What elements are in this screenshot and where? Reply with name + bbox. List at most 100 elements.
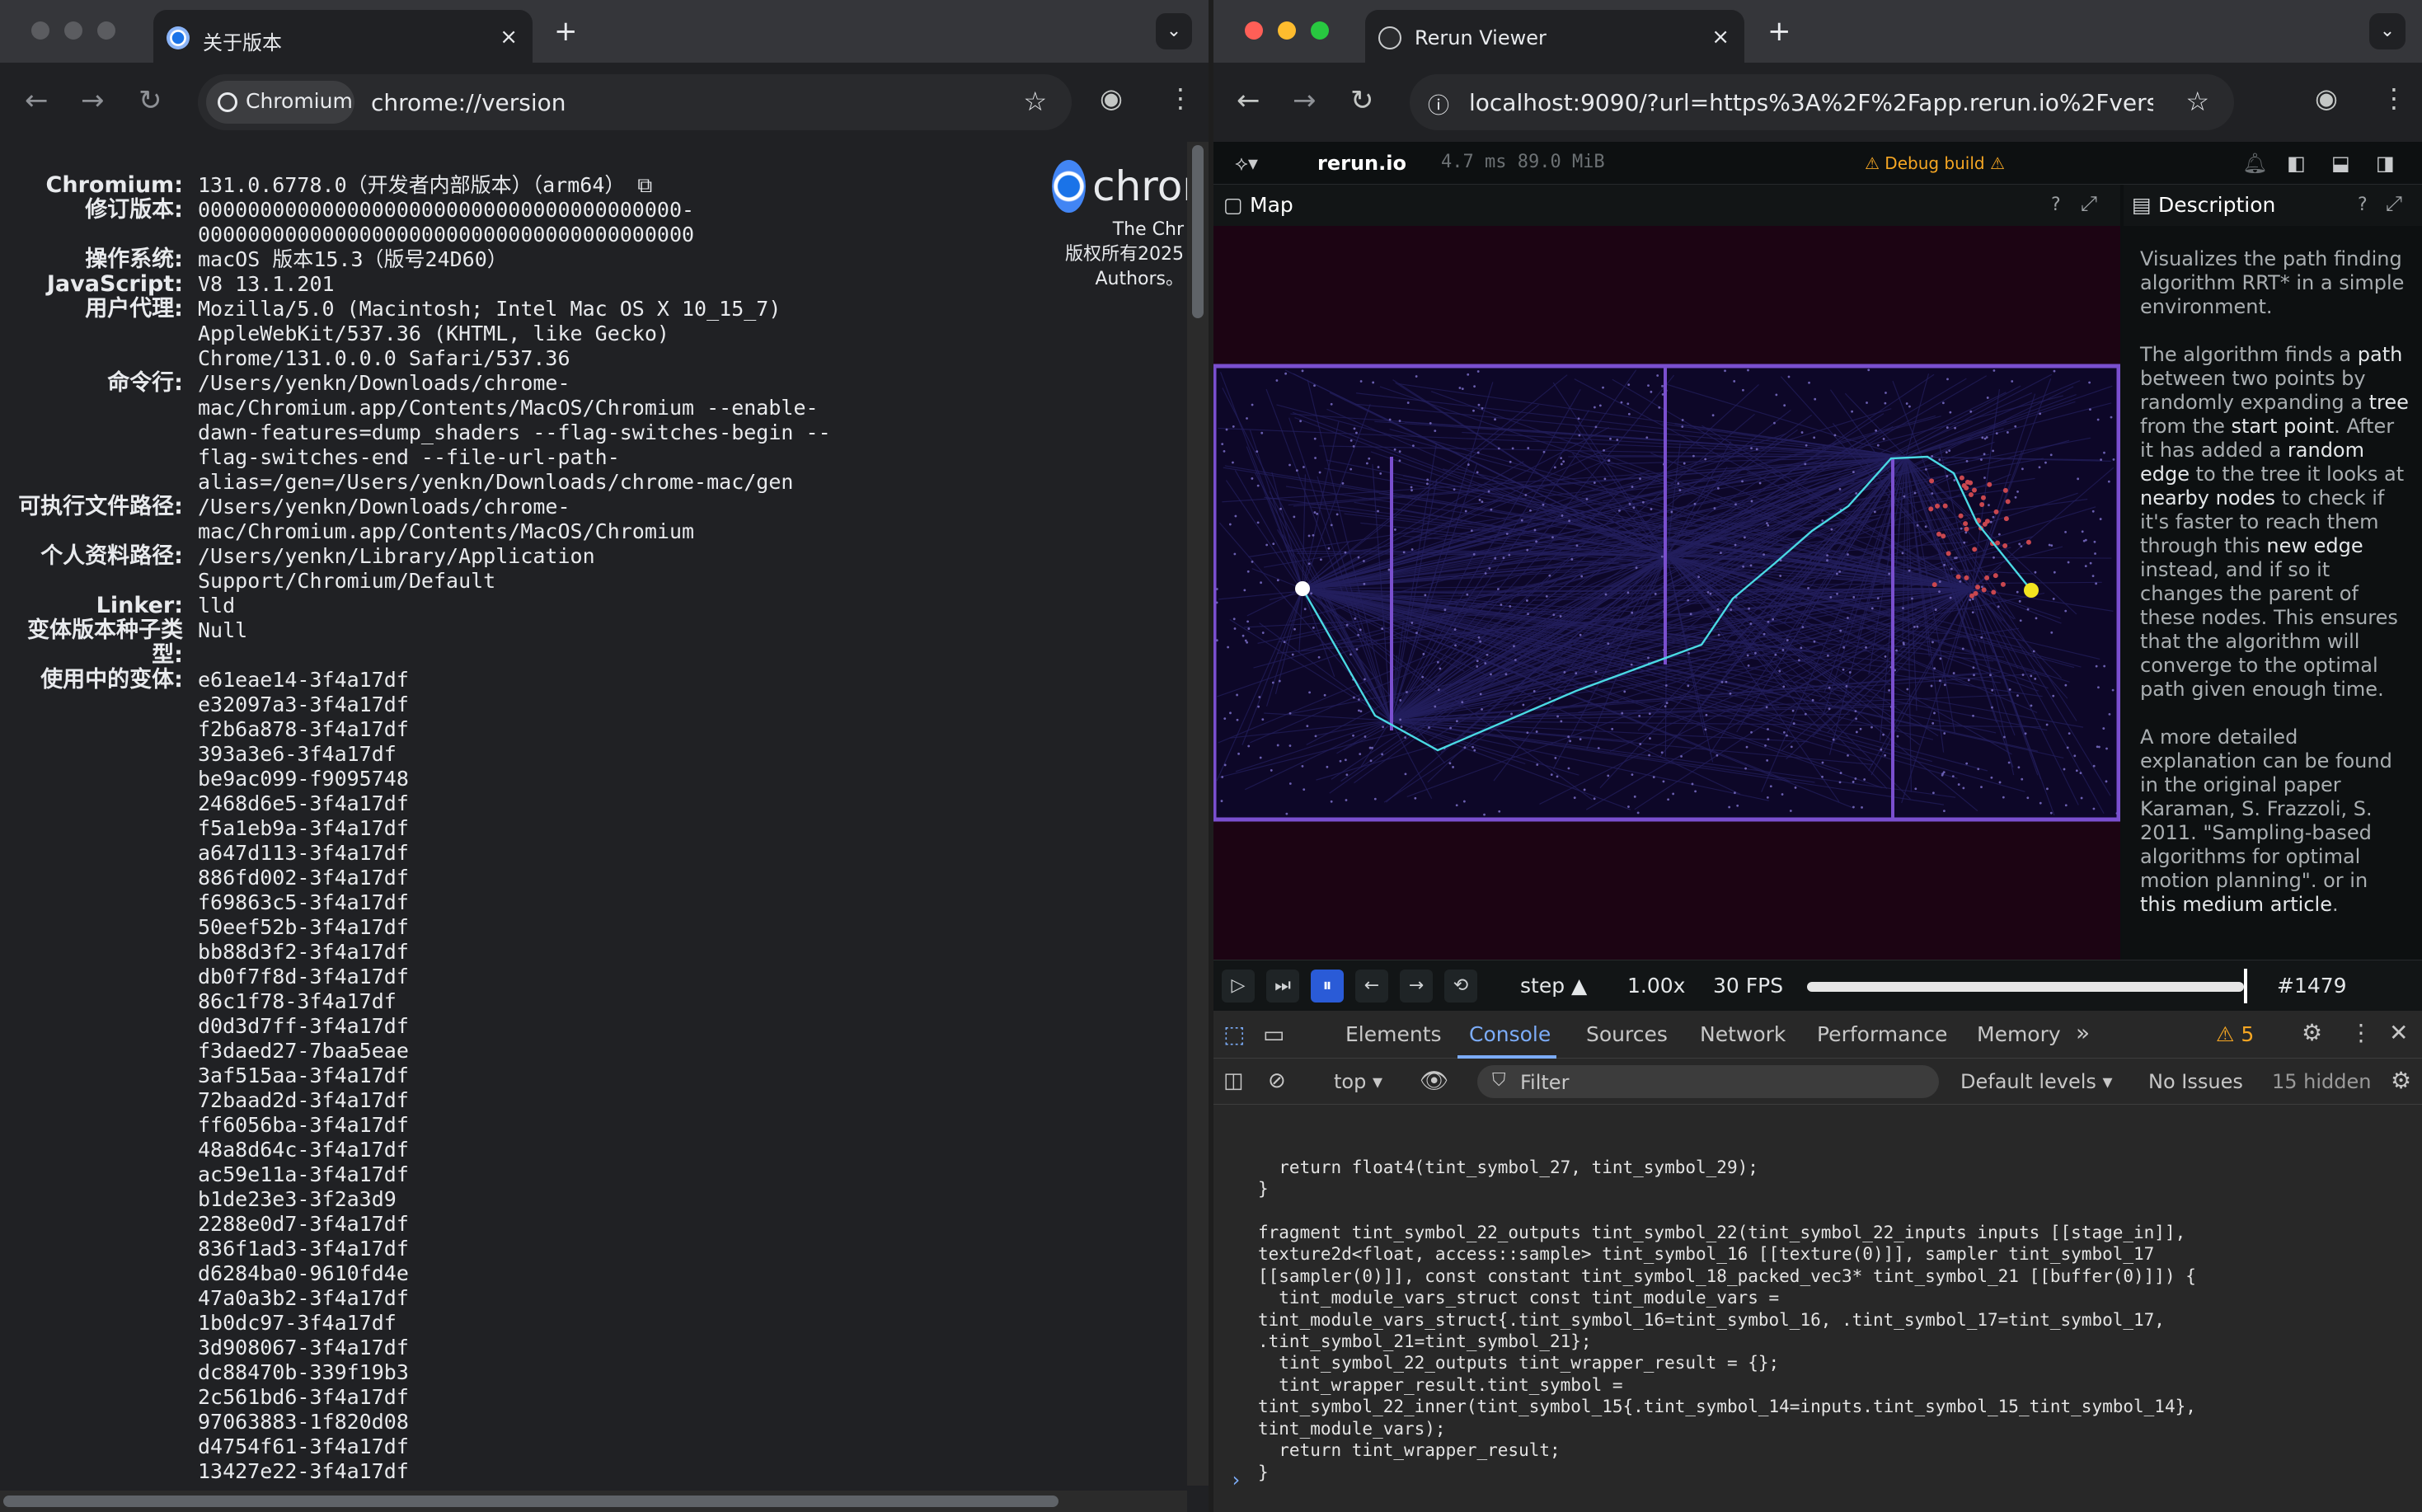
tree-node xyxy=(2008,688,2011,691)
menu-kebab-icon[interactable]: ⋮ xyxy=(2381,82,2407,114)
rerun-menu-icon[interactable]: ⟡▾ xyxy=(1235,152,1258,175)
version-row-value[interactable]: /Users/yenkn/Library/Application Support… xyxy=(198,544,595,594)
console-prompt[interactable]: › xyxy=(1230,1468,1242,1491)
tab-version[interactable]: 关于版本 × xyxy=(153,10,533,63)
minimize-window-button[interactable] xyxy=(1278,21,1296,40)
close-tab-icon[interactable]: × xyxy=(1711,25,1730,49)
pause-icon[interactable]: ⏸︎ xyxy=(1311,970,1344,1003)
tab-performance[interactable]: Performance xyxy=(1817,1022,1947,1046)
left-panel-toggle-icon[interactable]: ◧ xyxy=(2287,152,2306,175)
loop-icon[interactable]: ⟲ xyxy=(1444,970,1477,1003)
close-window-button[interactable] xyxy=(1245,21,1263,40)
version-row-value[interactable]: e61eae14-3f4a17df e32097a3-3f4a17df f2b6… xyxy=(198,668,409,1484)
menu-kebab-icon[interactable]: ⋮ xyxy=(1167,82,1194,114)
address-bar[interactable]: Chromium chrome://version ☆ xyxy=(198,74,1072,130)
step-forward-arrow-icon[interactable]: → xyxy=(1400,970,1433,1003)
map-help-icon[interactable]: ? xyxy=(2051,195,2061,215)
minimize-window-button[interactable] xyxy=(64,21,82,40)
tab-sources[interactable]: Sources xyxy=(1586,1022,1668,1046)
tree-node xyxy=(1484,662,1487,664)
new-tab-button[interactable]: + xyxy=(554,15,578,48)
warnings-count[interactable]: ⚠ 5 xyxy=(2216,1022,2254,1046)
sidebar-toggle-icon[interactable]: ◫ xyxy=(1223,1068,1244,1093)
map-viewport[interactable] xyxy=(1213,226,2121,960)
tab-network[interactable]: Network xyxy=(1700,1022,1786,1046)
rrt-map-canvas[interactable] xyxy=(1213,226,2121,960)
forward-arrow-icon[interactable]: → xyxy=(1293,84,1317,117)
timeline-scrubber[interactable] xyxy=(1807,969,2247,1003)
tab-console[interactable]: Console xyxy=(1469,1022,1551,1046)
version-row-value[interactable]: macOS 版本15.3（版号24D60） xyxy=(198,247,508,272)
log-levels-dropdown[interactable]: Default levels ▾ xyxy=(1960,1070,2113,1093)
right-panel-toggle-icon[interactable]: ◨ xyxy=(2376,152,2395,175)
version-row-value[interactable]: Mozilla/5.0 (Macintosh; Intel Mac OS X 1… xyxy=(198,297,781,371)
devtools-menu-icon[interactable]: ⋮ xyxy=(2349,1019,2373,1046)
version-row-label: Linker: xyxy=(96,593,183,618)
zoom-window-button[interactable] xyxy=(1311,21,1329,40)
scrollbar-thumb[interactable] xyxy=(1192,145,1204,318)
inspect-element-icon[interactable]: ⬚ xyxy=(1223,1021,1245,1048)
description-highlight: tree xyxy=(2368,391,2409,414)
bottom-panel-toggle-icon[interactable]: ⬓ xyxy=(2331,152,2350,175)
time-cursor[interactable] xyxy=(2244,969,2247,1003)
address-bar[interactable]: ⓘ localhost:9090/?url=https%3A%2F%2Fapp.… xyxy=(1410,74,2234,130)
version-row-value[interactable]: Null xyxy=(198,618,247,668)
version-row-value[interactable]: 131.0.6778.0（开发者内部版本）（arm64） ⧉ xyxy=(198,173,652,198)
issues-button[interactable]: No Issues xyxy=(2148,1070,2243,1093)
notifications-icon[interactable]: 🔔︎ xyxy=(2242,152,2267,175)
site-info-icon[interactable]: ⓘ xyxy=(1428,89,1449,120)
play-icon[interactable]: ▷ xyxy=(1222,970,1255,1003)
new-tab-button[interactable]: + xyxy=(1767,15,1791,48)
step-forward-icon[interactable]: ⏭︎ xyxy=(1266,970,1299,1003)
panel-divider[interactable] xyxy=(2120,185,2124,960)
tab-memory[interactable]: Memory xyxy=(1977,1022,2061,1046)
tree-node xyxy=(1931,721,1935,725)
playback-fps[interactable]: 30 FPS xyxy=(1713,974,1783,998)
tree-node xyxy=(1232,461,1234,464)
tab-search-button[interactable]: ⌄ xyxy=(1156,13,1192,49)
profile-icon[interactable]: ◉ xyxy=(2315,82,2338,114)
site-chip[interactable]: Chromium xyxy=(206,81,354,124)
close-window-button[interactable] xyxy=(31,21,49,40)
version-row-value[interactable]: /Users/yenkn/Downloads/chrome- mac/Chrom… xyxy=(198,495,694,544)
bookmark-star-icon[interactable]: ☆ xyxy=(1023,86,1047,117)
back-arrow-icon[interactable]: ← xyxy=(25,84,49,117)
settings-gear-icon[interactable]: ⚙ xyxy=(2302,1019,2322,1046)
step-back-arrow-icon[interactable]: ← xyxy=(1355,970,1388,1003)
version-row-value[interactable]: 000000000000000000000000000000000000000-… xyxy=(198,198,694,247)
live-expression-eye-icon[interactable]: 👁︎ xyxy=(1420,1067,1449,1094)
tree-node xyxy=(1766,522,1768,525)
maximize-icon[interactable]: ⤢ xyxy=(2081,191,2097,216)
tab-search-button[interactable]: ⌄ xyxy=(2369,13,2406,49)
reload-icon[interactable]: ↻ xyxy=(1350,84,1374,117)
device-toolbar-icon[interactable]: ▭ xyxy=(1263,1021,1284,1048)
clear-console-icon[interactable]: ⊘ xyxy=(1268,1068,1286,1093)
back-arrow-icon[interactable]: ← xyxy=(1237,84,1260,117)
more-tabs-icon[interactable]: » xyxy=(2076,1019,2090,1046)
tab-elements[interactable]: Elements xyxy=(1345,1022,1442,1046)
bookmark-star-icon[interactable]: ☆ xyxy=(2185,86,2209,117)
playback-speed[interactable]: 1.00x xyxy=(1627,974,1685,998)
tree-node xyxy=(1828,707,1831,711)
profile-icon[interactable]: ◉ xyxy=(1100,82,1123,114)
timeline-selector[interactable]: step ▲ xyxy=(1520,974,1587,998)
console-filter-input[interactable]: ⛉ Filter xyxy=(1477,1065,1939,1098)
zoom-window-button[interactable] xyxy=(97,21,115,40)
vertical-scrollbar[interactable] xyxy=(1187,142,1209,1486)
reload-icon[interactable]: ↻ xyxy=(138,84,162,117)
close-tab-icon[interactable]: × xyxy=(500,25,518,49)
scrollbar-thumb[interactable] xyxy=(3,1496,1058,1507)
version-row-value[interactable]: V8 13.1.201 xyxy=(198,272,335,297)
maximize-icon[interactable]: ⤢ xyxy=(2386,191,2402,216)
version-row-value[interactable]: /Users/yenkn/Downloads/chrome- mac/Chrom… xyxy=(198,371,831,495)
tab-rerun-viewer[interactable]: Rerun Viewer × xyxy=(1365,10,1744,63)
description-segment: to the tree it looks at xyxy=(2190,463,2405,486)
console-settings-gear-icon[interactable]: ⚙ xyxy=(2391,1067,2411,1094)
context-selector[interactable]: top ▾ xyxy=(1334,1070,1382,1093)
version-row-value[interactable]: lld xyxy=(198,594,235,618)
horizontal-scrollbar[interactable] xyxy=(0,1491,1187,1512)
description-help-icon[interactable]: ? xyxy=(2358,195,2368,215)
tree-node xyxy=(1778,669,1781,673)
forward-arrow-icon[interactable]: → xyxy=(81,84,105,117)
close-devtools-icon[interactable]: ✕ xyxy=(2389,1019,2408,1046)
